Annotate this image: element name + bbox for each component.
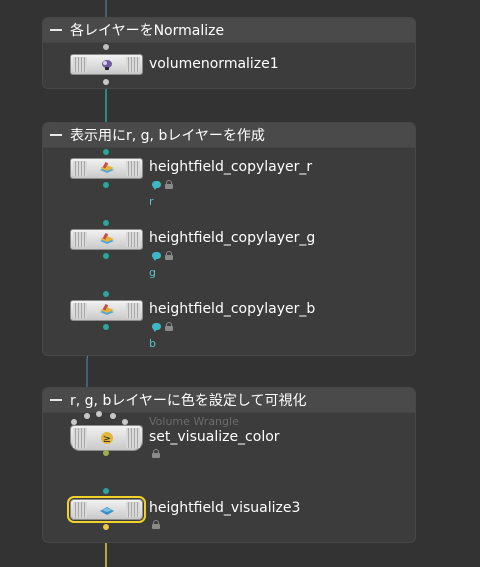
- node-name[interactable]: heightfield_copylayer_b: [149, 301, 315, 317]
- wrangle-icon: ≥: [100, 432, 113, 445]
- output-port[interactable]: [103, 450, 109, 456]
- node-name[interactable]: heightfield_copylayer_r: [149, 159, 312, 175]
- output-port[interactable]: [103, 324, 109, 330]
- heightfield-layer-icon: [99, 233, 114, 244]
- netbox-normalize[interactable]: 各レイヤーをNormalize: [42, 17, 416, 89]
- input-port[interactable]: [103, 220, 109, 226]
- lock-icon[interactable]: [152, 520, 160, 529]
- lock-icon[interactable]: [165, 251, 173, 260]
- output-port[interactable]: [103, 182, 109, 188]
- comment-icon[interactable]: [152, 181, 161, 190]
- node-heightfield-copylayer-g[interactable]: [70, 229, 143, 250]
- node-set-visualize-color[interactable]: ≥: [70, 425, 143, 451]
- lock-icon[interactable]: [152, 449, 160, 458]
- input-port-2[interactable]: [84, 413, 90, 419]
- lock-icon[interactable]: [165, 322, 173, 331]
- netbox-title: 各レイヤーをNormalize: [70, 23, 225, 39]
- node-heightfield-copylayer-r[interactable]: [70, 158, 143, 179]
- svg-text:≥: ≥: [102, 434, 110, 445]
- heightfield-visualize-icon: [99, 506, 114, 515]
- netbox-header[interactable]: 表示用にr, g, bレイヤーを作成: [43, 123, 415, 148]
- collapse-icon[interactable]: [50, 29, 62, 31]
- input-port[interactable]: [103, 44, 109, 50]
- layer-label: r: [149, 195, 154, 208]
- netbox-title: r, g, bレイヤーに色を設定して可視化: [70, 393, 307, 409]
- node-heightfield-visualize[interactable]: [67, 496, 146, 523]
- netbox-header[interactable]: r, g, bレイヤーに色を設定して可視化: [43, 388, 415, 413]
- input-port-4[interactable]: [110, 413, 116, 419]
- input-port[interactable]: [103, 291, 109, 297]
- node-badges: [152, 520, 160, 529]
- node-heightfield-copylayer-b[interactable]: [70, 300, 143, 321]
- node-name[interactable]: heightfield_visualize3: [149, 500, 300, 516]
- output-port[interactable]: [103, 524, 109, 530]
- layer-label: b: [149, 337, 156, 350]
- node-badges: [152, 322, 173, 332]
- input-port[interactable]: [103, 149, 109, 155]
- lock-icon[interactable]: [165, 180, 173, 189]
- node-name[interactable]: heightfield_copylayer_g: [149, 230, 315, 246]
- node-name[interactable]: volumenormalize1: [149, 56, 279, 72]
- netbox-title: 表示用にr, g, bレイヤーを作成: [70, 128, 265, 144]
- node-type-label: Volume Wrangle: [149, 415, 239, 428]
- input-port[interactable]: [103, 488, 109, 494]
- output-port[interactable]: [103, 253, 109, 259]
- node-badges: [152, 449, 160, 458]
- layer-label: g: [149, 266, 156, 279]
- input-port-3[interactable]: [96, 411, 102, 417]
- node-name[interactable]: set_visualize_color: [149, 429, 280, 445]
- volume-normalize-icon: [101, 60, 112, 70]
- heightfield-layer-icon: [99, 162, 114, 173]
- heightfield-layer-icon: [99, 304, 114, 315]
- collapse-icon[interactable]: [50, 134, 62, 136]
- node-badges: [152, 180, 173, 190]
- node-badges: [152, 251, 173, 261]
- comment-icon[interactable]: [152, 252, 161, 261]
- comment-icon[interactable]: [152, 323, 161, 332]
- node-volumenormalize[interactable]: [70, 54, 143, 75]
- collapse-icon[interactable]: [50, 399, 62, 401]
- netbox-header[interactable]: 各レイヤーをNormalize: [43, 18, 415, 43]
- output-port[interactable]: [103, 79, 109, 85]
